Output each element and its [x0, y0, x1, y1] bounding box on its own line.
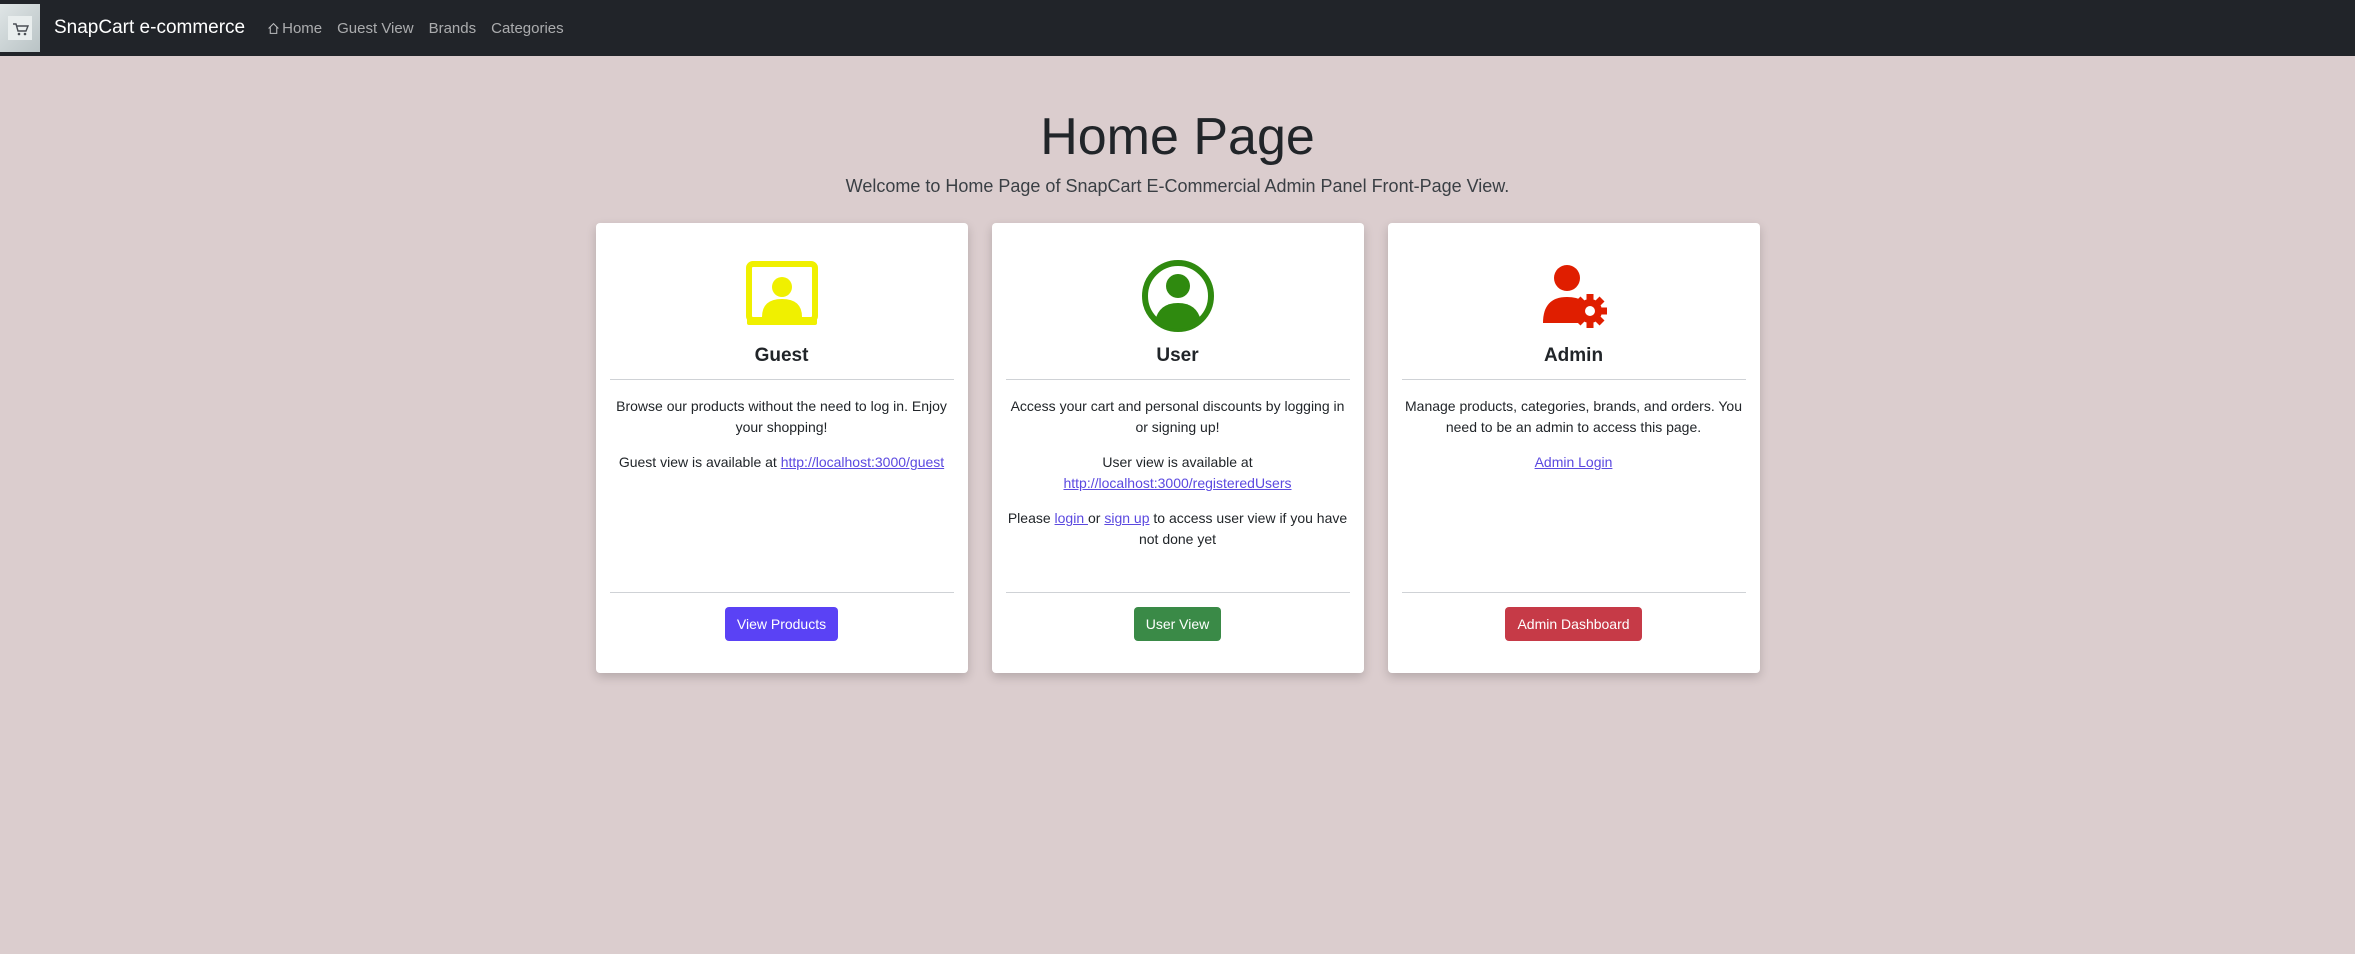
page-title: Home Page [1040, 108, 1315, 166]
guest-card-footer: View Products [609, 580, 954, 642]
guest-url-link[interactable]: http://localhost:3000/guest [781, 454, 944, 470]
user-card: User Access your cart and personal disco… [991, 223, 1364, 674]
guest-monitor-icon [610, 259, 954, 333]
user-or-text: or [1088, 510, 1105, 527]
signup-link[interactable]: sign up [1104, 510, 1149, 526]
nav-guest-view[interactable]: Guest View [337, 20, 413, 37]
role-cards: Guest Browse our products without the ne… [0, 223, 2355, 674]
nav-home[interactable]: Home [267, 20, 322, 37]
admin-card-footer: Admin Dashboard [1401, 580, 1746, 642]
guest-description: Browse our products without the need to … [616, 398, 947, 436]
view-products-button[interactable]: View Products [724, 607, 839, 642]
user-suffix-text: to access user view if you have not done… [1138, 510, 1348, 548]
user-availability: User view is available at http://localho… [1006, 452, 1350, 494]
home-icon [268, 22, 279, 34]
login-link[interactable]: login [1055, 510, 1088, 526]
guest-availability-text: Guest view is available at [618, 454, 781, 471]
user-login-prompt: Please login or sign up to access user v… [1006, 508, 1350, 550]
user-url-link[interactable]: http://localhost:3000/registeredUsers [1063, 475, 1291, 491]
admin-dashboard-button[interactable]: Admin Dashboard [1505, 607, 1642, 642]
user-please-text: Please [1007, 510, 1055, 527]
admin-description: Manage products, categories, brands, and… [1405, 398, 1742, 436]
brand-name[interactable]: SnapCart e-commerce [54, 17, 245, 39]
user-footer-divider [1005, 592, 1350, 594]
user-view-button[interactable]: User View [1133, 607, 1222, 642]
admin-login-link[interactable]: Admin Login [1535, 454, 1613, 470]
admin-card-title: Admin [1543, 345, 1604, 367]
admin-card-divider [1401, 379, 1746, 381]
snapcart-logo-icon[interactable] [0, 4, 40, 52]
nav-home-label: Home [282, 19, 323, 37]
user-card-footer: User View [1005, 580, 1350, 642]
user-card-body: Access your cart and personal discounts … [1006, 396, 1350, 550]
admin-login-row: Admin Login [1402, 452, 1746, 473]
navbar: SnapCart e-commerce Home Guest View Bran… [0, 0, 2355, 56]
admin-footer-divider [1401, 592, 1746, 594]
main-content: Home Page Welcome to Home Page of SnapCa… [0, 106, 2355, 674]
admin-card: Admin Manage products, categories, brand… [1387, 223, 1760, 674]
guest-card-title: Guest [754, 345, 809, 367]
admin-gear-icon [1402, 259, 1746, 333]
user-description: Access your cart and personal discounts … [1010, 398, 1345, 436]
user-card-title: User [1156, 345, 1199, 367]
user-availability-text: User view is available at [1102, 454, 1253, 471]
guest-card-divider [609, 379, 954, 381]
guest-card: Guest Browse our products without the ne… [595, 223, 968, 674]
admin-card-body: Manage products, categories, brands, and… [1402, 396, 1746, 473]
guest-availability: Guest view is available at http://localh… [610, 452, 954, 473]
nav-brands[interactable]: Brands [429, 20, 477, 37]
guest-footer-divider [609, 592, 954, 594]
page-subtitle: Welcome to Home Page of SnapCart E-Comme… [845, 176, 1510, 197]
user-circle-icon [1006, 259, 1350, 333]
nav-categories[interactable]: Categories [491, 20, 564, 37]
guest-card-body: Browse our products without the need to … [610, 396, 954, 473]
user-card-divider [1005, 379, 1350, 381]
